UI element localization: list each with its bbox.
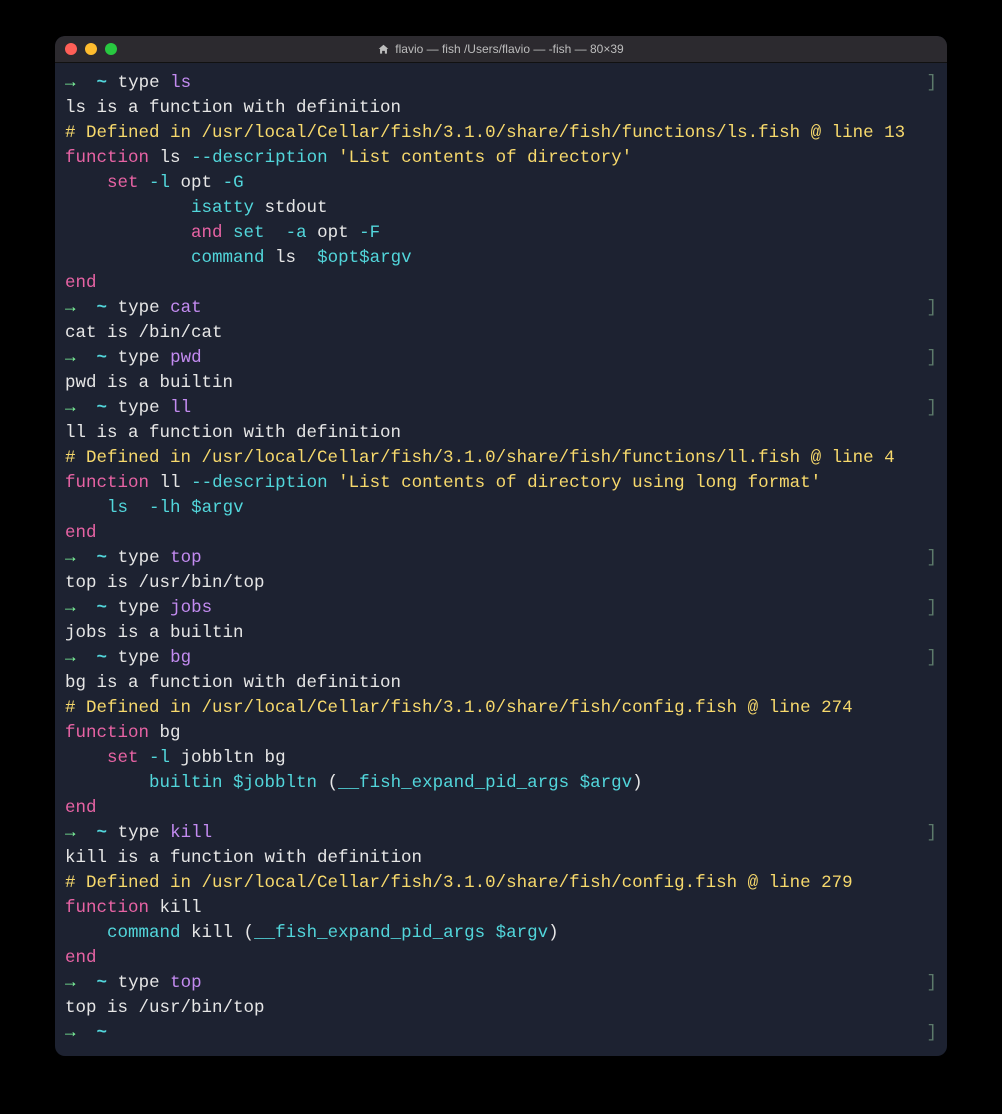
output-line: and set -a opt -F: [65, 221, 937, 246]
output-line: ls -lh $argv: [65, 496, 937, 521]
output-line: # Defined in /usr/local/Cellar/fish/3.1.…: [65, 446, 937, 471]
output-line: function kill: [65, 896, 937, 921]
prompt-line: → ~ type top]: [65, 971, 937, 996]
prompt-line: → ~ type ls]: [65, 71, 937, 96]
output-line: # Defined in /usr/local/Cellar/fish/3.1.…: [65, 696, 937, 721]
output-line: command kill (__fish_expand_pid_args $ar…: [65, 921, 937, 946]
output-line: set -l jobbltn bg: [65, 746, 937, 771]
output-line: ls is a function with definition: [65, 96, 937, 121]
output-line: pwd is a builtin: [65, 371, 937, 396]
output-line: function ls --description 'List contents…: [65, 146, 937, 171]
prompt-line: → ~]: [65, 1021, 937, 1046]
prompt-line: → ~ type top]: [65, 546, 937, 571]
output-line: function bg: [65, 721, 937, 746]
terminal-content[interactable]: → ~ type ls]ls is a function with defini…: [55, 63, 947, 1056]
output-line: jobs is a builtin: [65, 621, 937, 646]
output-line: bg is a function with definition: [65, 671, 937, 696]
maximize-icon[interactable]: [105, 43, 117, 55]
output-line: end: [65, 271, 937, 296]
terminal-window: flavio — fish /Users/flavio — -fish — 80…: [55, 36, 947, 1056]
prompt-line: → ~ type kill]: [65, 821, 937, 846]
output-line: # Defined in /usr/local/Cellar/fish/3.1.…: [65, 871, 937, 896]
output-line: top is /usr/bin/top: [65, 996, 937, 1021]
window-titlebar: flavio — fish /Users/flavio — -fish — 80…: [55, 36, 947, 63]
prompt-line: → ~ type bg]: [65, 646, 937, 671]
window-title: flavio — fish /Users/flavio — -fish — 80…: [55, 42, 947, 56]
output-line: end: [65, 796, 937, 821]
output-line: command ls $opt$argv: [65, 246, 937, 271]
output-line: set -l opt -G: [65, 171, 937, 196]
minimize-icon[interactable]: [85, 43, 97, 55]
prompt-line: → ~ type pwd]: [65, 346, 937, 371]
output-line: end: [65, 946, 937, 971]
traffic-lights: [65, 43, 117, 55]
output-line: ll is a function with definition: [65, 421, 937, 446]
output-line: function ll --description 'List contents…: [65, 471, 937, 496]
prompt-line: → ~ type ll]: [65, 396, 937, 421]
close-icon[interactable]: [65, 43, 77, 55]
output-line: cat is /bin/cat: [65, 321, 937, 346]
home-icon: [378, 44, 389, 55]
output-line: kill is a function with definition: [65, 846, 937, 871]
output-line: top is /usr/bin/top: [65, 571, 937, 596]
prompt-line: → ~ type jobs]: [65, 596, 937, 621]
output-line: end: [65, 521, 937, 546]
output-line: isatty stdout: [65, 196, 937, 221]
output-line: builtin $jobbltn (__fish_expand_pid_args…: [65, 771, 937, 796]
prompt-line: → ~ type cat]: [65, 296, 937, 321]
window-title-text: flavio — fish /Users/flavio — -fish — 80…: [395, 42, 623, 56]
output-line: # Defined in /usr/local/Cellar/fish/3.1.…: [65, 121, 937, 146]
